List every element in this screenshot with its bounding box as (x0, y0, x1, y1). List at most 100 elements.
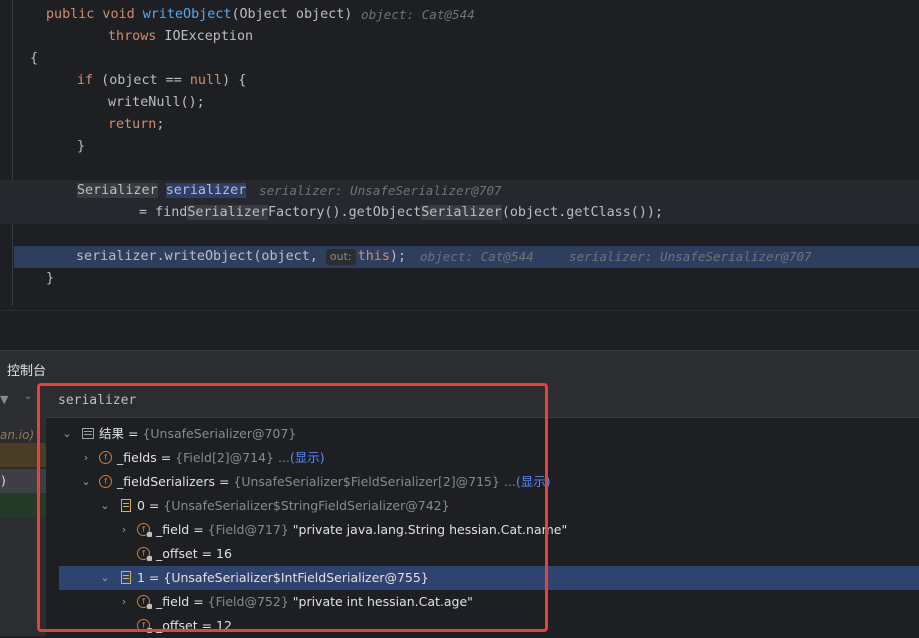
code-text: } (77, 139, 86, 154)
code-line[interactable]: } (0, 268, 919, 290)
node-equals: = (189, 522, 208, 537)
code-text: { (30, 51, 39, 66)
node-type-value: {UnsafeSerializer$IntFieldSerializer@755… (163, 570, 429, 585)
code-keyword: public void (46, 7, 143, 22)
node-equals: = (156, 450, 176, 465)
frame-item-selected[interactable]: ) (0, 469, 46, 493)
frame-label: ) (0, 474, 8, 488)
code-text: ; (156, 117, 165, 132)
code-text: (object.getClass()); (501, 205, 664, 220)
node-type-value: {UnsafeSerializer$FieldSerializer[2]@715… (233, 474, 500, 489)
code-variable-highlight: serializer (165, 183, 247, 198)
dropdown-icon[interactable]: ▼ (0, 393, 8, 406)
thread-selector[interactable]: ▼ ⌄ (0, 385, 46, 417)
chevron-down-icon[interactable]: ⌄ (99, 566, 111, 590)
code-line[interactable]: } (0, 136, 919, 158)
code-highlight: Serializer (187, 205, 268, 220)
node-name: 1 (137, 570, 145, 585)
node-string-value: "private java.lang.String hessian.Cat.na… (292, 522, 568, 537)
field-icon: f (99, 475, 112, 488)
private-field-icon: f (137, 547, 152, 561)
tree-node-index-0[interactable]: ⌄ 0 = {UnsafeSerializer$StringFieldSeria… (46, 494, 919, 518)
code-keyword: throws (108, 29, 157, 44)
code-type-name: Serializer (77, 183, 158, 198)
chevron-right-icon[interactable]: › (118, 590, 130, 614)
tree-node-fields[interactable]: › f _fields = {Field[2]@714} ...(显示) (46, 446, 919, 470)
private-field-icon: f (137, 619, 152, 633)
code-line-current[interactable]: = findSerializerFactory().getObjectSeria… (0, 202, 919, 224)
node-name: 0 (137, 498, 145, 513)
tree-node-field-serializers[interactable]: ⌄ f _fieldSerializers = {UnsafeSerialize… (46, 470, 919, 494)
code-line[interactable]: if (object == null) { (0, 70, 919, 92)
variables-panel[interactable]: serializer ⌄ 结果 = {UnsafeSerializer@707}… (46, 385, 919, 636)
console-tab[interactable]: 控制台 (7, 360, 46, 379)
inline-debug-hint: serializer: UnsafeSerializer@707 (259, 183, 502, 198)
code-line[interactable]: return; (0, 114, 919, 136)
code-line[interactable]: writeNull(); (0, 92, 919, 114)
node-type-value: {Field[2]@714} (175, 450, 274, 465)
code-keyword: return (108, 117, 157, 132)
code-text: serializer.writeObject(object, (76, 249, 318, 264)
show-link[interactable]: ...(显示) (278, 450, 325, 465)
code-line-current[interactable]: Serializer serializer serializer: UnsafeS… (0, 180, 919, 202)
expression-text: serializer (58, 393, 137, 408)
node-type-value: {UnsafeSerializer@707} (142, 426, 297, 441)
code-line[interactable]: public void writeObject(Object object) ob… (0, 4, 919, 26)
tree-node-index-1-selected[interactable]: ⌄ 1 = {UnsafeSerializer$IntFieldSerializ… (59, 566, 919, 590)
chevron-down-icon[interactable]: ⌄ (99, 494, 111, 518)
tree-node-field[interactable]: › f _field = {Field@752} "private int he… (46, 590, 919, 614)
panel-divider[interactable] (0, 310, 919, 351)
array-element-icon (121, 499, 131, 512)
code-text: ) { (222, 73, 247, 88)
code-editor[interactable]: public void writeObject(Object object) ob… (0, 0, 919, 310)
code-text: Factory().getObject (268, 205, 422, 220)
code-text: (object == (93, 73, 190, 88)
code-keyword: null (189, 73, 223, 88)
execution-point-line[interactable]: serializer.writeObject(object, out: this)… (14, 246, 919, 268)
chevron-down-icon[interactable]: ⌄ (24, 391, 32, 402)
code-text: = find (139, 205, 188, 220)
code-method-name: writeObject (142, 7, 232, 22)
field-icon: f (99, 451, 112, 464)
frame-item[interactable] (0, 493, 46, 517)
code-text: } (46, 271, 55, 286)
node-equals: = (189, 594, 208, 609)
tree-node-offset[interactable]: f _offset = 16 (46, 542, 919, 566)
inline-debug-hint: object: Cat@544 (361, 7, 475, 22)
node-equals: = (124, 426, 143, 441)
code-line[interactable]: throws IOException (0, 26, 919, 48)
private-field-icon: f (137, 523, 152, 537)
tree-node-offset[interactable]: f _offset = 12 (46, 614, 919, 638)
chevron-right-icon[interactable]: › (80, 446, 92, 470)
code-highlight: Serializer (421, 205, 502, 220)
code-keyword: if (77, 73, 94, 88)
chevron-down-icon[interactable]: ⌄ (80, 470, 92, 494)
tree-node-field[interactable]: › f _field = {Field@717} "private java.l… (46, 518, 919, 542)
node-equals: = (214, 474, 234, 489)
table-icon (82, 428, 94, 439)
node-name: _fields (117, 450, 157, 465)
code-line[interactable]: { (0, 48, 919, 70)
node-name: _field (156, 522, 190, 537)
node-type-value: {UnsafeSerializer$StringFieldSerializer@… (163, 498, 450, 513)
node-string-value: "private int hessian.Cat.age" (292, 594, 473, 609)
tree-node-result[interactable]: ⌄ 结果 = {UnsafeSerializer@707} (46, 422, 919, 446)
chevron-down-icon[interactable]: ⌄ (61, 422, 73, 446)
node-equals: = (144, 498, 164, 513)
node-equals: = (197, 546, 217, 561)
node-type-value: {Field@752} (207, 594, 289, 609)
node-name: _field (156, 594, 190, 609)
show-link[interactable]: ...(显示) (504, 474, 551, 489)
code-text: ); (389, 249, 407, 264)
node-name: 结果 (99, 426, 125, 441)
chevron-right-icon[interactable]: › (118, 518, 130, 542)
code-keyword: this (357, 249, 390, 264)
debug-tool-header: 控制台 (0, 350, 919, 385)
node-type-value: {Field@717} (207, 522, 289, 537)
frame-item[interactable] (0, 443, 46, 467)
private-field-icon: f (137, 595, 152, 609)
frames-panel[interactable]: ▼ ⌄ an.io) ) (0, 385, 46, 636)
evaluate-expression-field[interactable]: serializer (46, 385, 919, 418)
parameter-hint: out: (325, 249, 356, 265)
node-value: 16 (216, 546, 232, 561)
